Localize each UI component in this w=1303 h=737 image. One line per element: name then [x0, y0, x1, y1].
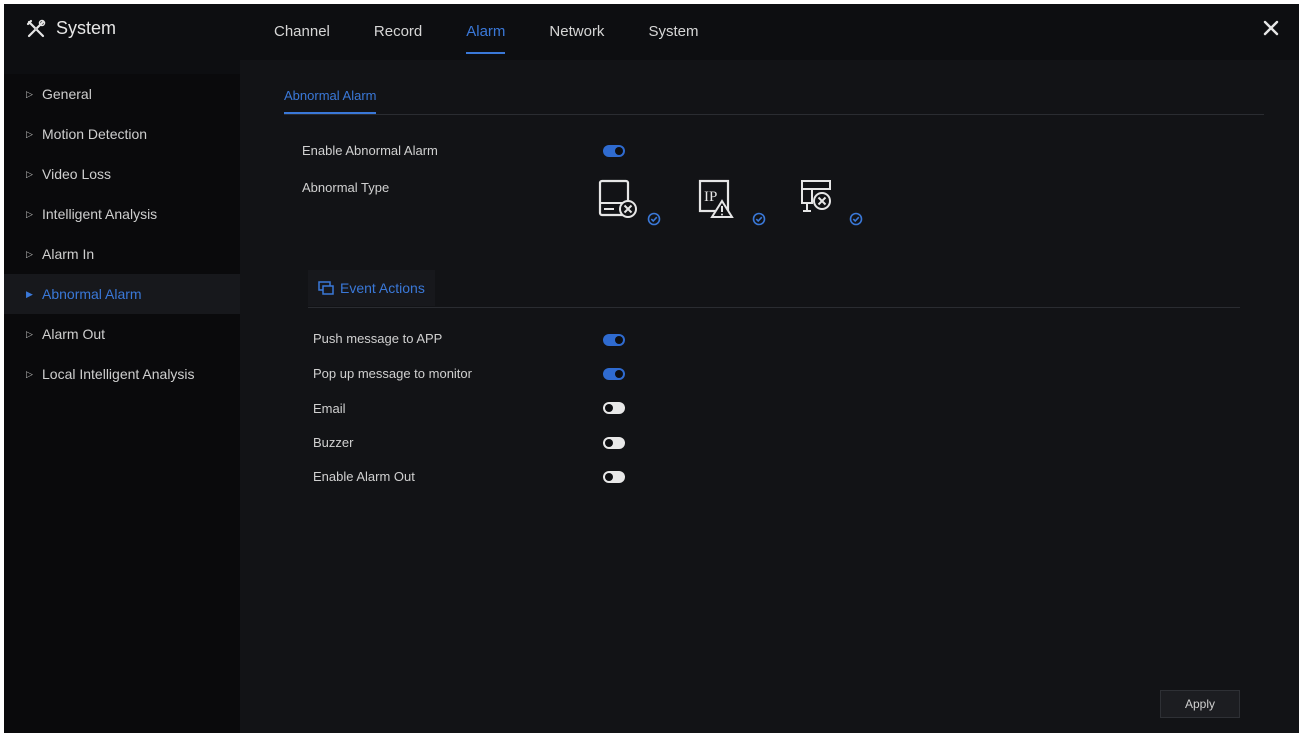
push-message-toggle[interactable]	[603, 334, 625, 346]
sidebar-item-label: Alarm Out	[42, 326, 106, 342]
enable-alarm-out-toggle[interactable]	[603, 471, 625, 483]
push-message-label: Push message to APP	[313, 331, 443, 346]
enable-alarm-out-label: Enable Alarm Out	[313, 469, 415, 484]
triangle-right-icon: ▷	[26, 249, 33, 259]
sidebar-item-motion-detection[interactable]: ▷ Motion Detection	[4, 114, 240, 154]
triangle-right-icon: ▷	[26, 169, 33, 179]
email-toggle[interactable]	[603, 402, 625, 414]
triangle-right-icon: ▷	[26, 209, 33, 219]
sidebar-item-local-intelligent-analysis[interactable]: ▷ Local Intelligent Analysis	[4, 354, 240, 394]
app-title-area: System	[26, 18, 116, 39]
sidebar-item-alarm-in[interactable]: ▷ Alarm In	[4, 234, 240, 274]
main-content: Abnormal Alarm Enable Abnormal Alarm Abn…	[240, 60, 1299, 733]
divider	[284, 114, 1264, 115]
tab-system[interactable]: System	[648, 4, 698, 60]
sidebar-item-label: Local Intelligent Analysis	[42, 366, 195, 382]
divider	[308, 307, 1240, 308]
ip-conflict-icon[interactable]: IP	[696, 177, 744, 223]
triangle-right-icon: ▷	[26, 129, 33, 139]
settings-window: System Channel Record Alarm Network Syst…	[4, 4, 1299, 733]
check-circle-icon	[752, 212, 766, 226]
triangle-right-icon: ▷	[26, 89, 33, 99]
event-actions-header[interactable]: Event Actions	[308, 270, 435, 306]
buzzer-toggle[interactable]	[603, 437, 625, 449]
buzzer-label: Buzzer	[313, 435, 354, 450]
sidebar-item-label: Alarm In	[42, 246, 95, 262]
email-label: Email	[313, 401, 346, 416]
triangle-right-icon: ▷	[26, 329, 33, 339]
sidebar-item-alarm-out[interactable]: ▷ Alarm Out	[4, 314, 240, 354]
section-tab-abnormal-alarm[interactable]: Abnormal Alarm	[284, 88, 377, 114]
enable-abnormal-alarm-label: Enable Abnormal Alarm	[302, 143, 438, 158]
tools-icon	[26, 19, 46, 37]
event-actions-title: Event Actions	[340, 280, 425, 296]
enable-abnormal-alarm-toggle[interactable]	[603, 145, 625, 157]
tab-record[interactable]: Record	[374, 4, 422, 60]
abnormal-type-label: Abnormal Type	[302, 180, 390, 195]
sidebar-item-label: Video Loss	[42, 166, 112, 182]
popup-message-label: Pop up message to monitor	[313, 366, 472, 381]
svg-text:IP: IP	[704, 189, 717, 205]
apply-button[interactable]: Apply	[1160, 690, 1240, 718]
event-actions-icon	[318, 281, 334, 295]
sidebar-item-label: Intelligent Analysis	[42, 206, 158, 222]
sidebar-item-label: Motion Detection	[42, 126, 148, 142]
tab-channel[interactable]: Channel	[274, 4, 330, 60]
disk-error-icon[interactable]	[596, 177, 644, 223]
sidebar-item-general[interactable]: ▷ General	[4, 74, 240, 114]
check-circle-icon	[849, 212, 863, 226]
sidebar-item-intelligent-analysis[interactable]: ▷ Intelligent Analysis	[4, 194, 240, 234]
tab-alarm[interactable]: Alarm	[466, 4, 506, 60]
triangle-right-icon: ▷	[26, 369, 33, 379]
close-icon[interactable]	[1259, 16, 1283, 40]
sidebar-item-video-loss[interactable]: ▷ Video Loss	[4, 154, 240, 194]
top-bar: System Channel Record Alarm Network Syst…	[4, 4, 1299, 60]
sidebar: ▷ General ▷ Motion Detection ▷ Video Los…	[4, 74, 240, 733]
triangle-right-filled-icon: ▶	[26, 289, 33, 299]
tab-network[interactable]: Network	[549, 4, 604, 60]
sidebar-item-abnormal-alarm[interactable]: ▶ Abnormal Alarm	[4, 274, 240, 314]
app-title: System	[56, 18, 117, 38]
check-circle-icon	[647, 212, 661, 226]
sidebar-item-label: General	[42, 86, 92, 102]
popup-message-toggle[interactable]	[603, 368, 625, 380]
network-disconnect-icon[interactable]	[796, 177, 844, 223]
sidebar-item-label: Abnormal Alarm	[42, 286, 142, 302]
main-tabs: Channel Record Alarm Network System	[274, 4, 742, 60]
